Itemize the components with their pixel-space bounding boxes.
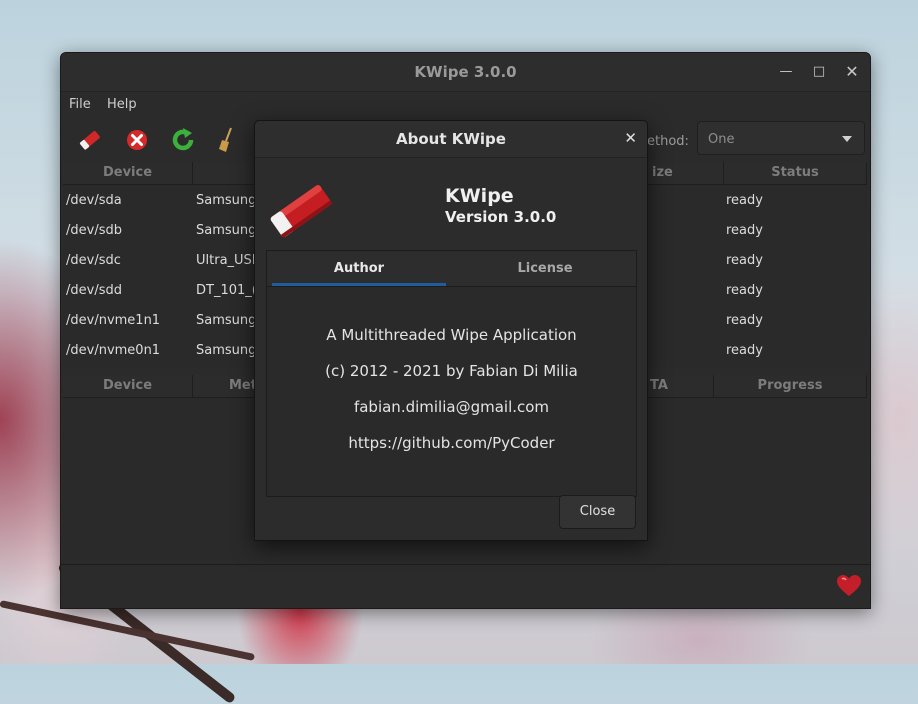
app-description: A Multithreaded Wipe Application (326, 326, 577, 344)
device-status: ready (726, 283, 763, 298)
minimize-icon[interactable]: — (777, 63, 795, 81)
eraser-icon[interactable] (75, 124, 107, 156)
method-label: ethod: (647, 134, 689, 149)
device-name: Samsung (196, 313, 257, 328)
about-dialog: About KWipe ✕ KWipe Version 3.0.0 Author… (254, 120, 648, 541)
menu-bar: File Help (61, 92, 870, 118)
tab-license[interactable]: License (458, 251, 632, 286)
device-path: /dev/sdb (66, 223, 122, 238)
title-bar: KWipe 3.0.0 — □ ✕ (61, 53, 870, 92)
refresh-icon[interactable] (167, 124, 199, 156)
github-link[interactable]: https://github.com/PyCoder (267, 434, 636, 452)
author-email: fabian.dimilia@gmail.com (353, 398, 550, 416)
about-notebook: Author License A Multithreaded Wipe Appl… (266, 250, 637, 497)
method-dropdown[interactable]: One (697, 121, 865, 155)
dialog-title: About KWipe (396, 130, 506, 148)
device-path: /dev/nvme1n1 (66, 313, 161, 328)
window-close-icon[interactable]: ✕ (843, 63, 861, 81)
column-header-size[interactable]: ize (644, 162, 724, 184)
tab-author[interactable]: Author (272, 251, 446, 286)
close-icon[interactable]: ✕ (624, 129, 637, 147)
column-header-status[interactable]: Status (724, 162, 867, 184)
heart-icon[interactable] (836, 574, 862, 598)
background-branch (0, 600, 256, 661)
tab-bar: Author License (267, 251, 636, 287)
column-header-eta[interactable]: TA (644, 375, 714, 397)
column-header-progress[interactable]: Progress (714, 375, 867, 397)
device-status: ready (726, 223, 763, 238)
device-status: ready (726, 253, 763, 268)
device-status: ready (726, 343, 763, 358)
app-name: KWipe (445, 185, 514, 207)
menu-file[interactable]: File (69, 97, 91, 112)
device-path: /dev/nvme0n1 (66, 343, 161, 358)
close-button[interactable]: Close (559, 495, 636, 529)
column-header-device[interactable]: Device (63, 375, 193, 397)
app-logo-eraser-icon (270, 185, 333, 239)
broom-icon[interactable] (211, 124, 243, 156)
device-name: Samsung (196, 343, 257, 358)
menu-help[interactable]: Help (107, 97, 137, 112)
device-path: /dev/sda (66, 193, 122, 208)
maximize-icon[interactable]: □ (810, 63, 828, 81)
column-header-device[interactable]: Device (63, 162, 193, 184)
device-name: Samsung (196, 223, 257, 238)
device-status: ready (726, 193, 763, 208)
device-name: DT_101_( (196, 283, 257, 298)
device-name: Samsung (196, 193, 257, 208)
status-bar (61, 564, 870, 608)
cancel-icon[interactable] (121, 124, 153, 156)
method-value: One (708, 132, 735, 147)
device-status: ready (726, 313, 763, 328)
device-path: /dev/sdc (66, 253, 121, 268)
app-version: Version 3.0.0 (445, 208, 557, 226)
dialog-title-bar: About KWipe ✕ (255, 121, 647, 158)
chevron-down-icon (842, 136, 852, 142)
copyright-text: (c) 2012 - 2021 by Fabian Di Milia (325, 362, 578, 380)
window-title: KWipe 3.0.0 (414, 63, 517, 81)
device-name: Ultra_USI (196, 253, 256, 268)
device-path: /dev/sdd (66, 283, 122, 298)
